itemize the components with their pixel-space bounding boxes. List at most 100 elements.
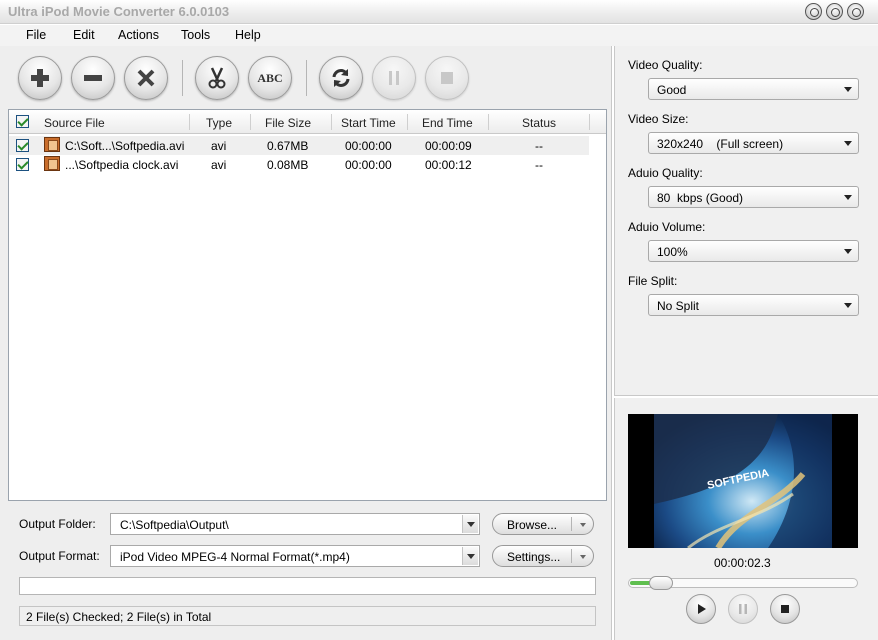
cell-file-size: 0.67MB (267, 139, 309, 153)
chevron-down-icon[interactable] (580, 555, 586, 559)
button-divider (571, 517, 572, 531)
cell-status: -- (535, 158, 543, 172)
audio-quality-value: 80 kbps (Good) (657, 191, 744, 205)
output-format-value: iPod Video MPEG-4 Normal Format(*.mp4) (120, 550, 350, 564)
output-folder-combo[interactable]: C:\Softpedia\Output\ (110, 513, 480, 535)
audio-quality-label: Aduio Quality: (628, 166, 703, 180)
file-split-select[interactable]: No Split (648, 294, 859, 316)
file-list[interactable]: Source File Type File Size Start Time En… (8, 109, 607, 501)
preview-play-button[interactable] (686, 594, 716, 624)
output-folder-label: Output Folder: (19, 517, 96, 531)
menu-bar: File Edit Actions Tools Help (0, 25, 878, 46)
table-row[interactable]: ...\Softpedia clock.avi avi 0.08MB 00:00… (9, 155, 589, 174)
title-bar: Ultra iPod Movie Converter 6.0.0103 (0, 0, 878, 24)
video-file-icon (44, 137, 60, 152)
button-divider (571, 549, 572, 563)
settings-button[interactable]: Settings... (492, 545, 594, 567)
column-divider (407, 114, 408, 130)
add-file-button[interactable] (18, 56, 62, 100)
rename-button[interactable]: ABC (248, 56, 292, 100)
column-divider (250, 114, 251, 130)
preview-time: 00:00:02.3 (714, 556, 771, 570)
cell-type: avi (211, 158, 227, 172)
chevron-down-icon (844, 141, 852, 146)
file-split-value: No Split (657, 299, 700, 313)
cell-end-time: 00:00:09 (425, 139, 472, 153)
select-all-checkbox[interactable] (16, 115, 29, 128)
stop-icon (781, 605, 789, 613)
play-icon (698, 604, 706, 614)
pause-button[interactable] (372, 56, 416, 100)
video-quality-label: Video Quality: (628, 58, 703, 72)
close-button[interactable] (847, 3, 864, 20)
stop-button[interactable] (425, 56, 469, 100)
menu-tools[interactable]: Tools (181, 28, 210, 42)
stop-icon (441, 72, 453, 84)
cut-button[interactable] (195, 56, 239, 100)
file-split-label: File Split: (628, 274, 678, 288)
row-checkbox[interactable] (16, 158, 29, 171)
column-divider (589, 114, 590, 130)
convert-button[interactable] (319, 56, 363, 100)
column-divider (488, 114, 489, 130)
browse-button-label: Browse... (507, 518, 558, 532)
chevron-down-icon (844, 303, 852, 308)
video-quality-value: Good (657, 83, 687, 97)
convert-icon (332, 69, 350, 87)
status-text: 2 File(s) Checked; 2 File(s) in Total (26, 610, 212, 624)
row-checkbox[interactable] (16, 139, 29, 152)
output-format-combo[interactable]: iPod Video MPEG-4 Normal Format(*.mp4) (110, 545, 480, 567)
pause-icon (389, 71, 399, 85)
chevron-down-icon[interactable] (462, 515, 478, 533)
cell-source-file: ...\Softpedia clock.avi (65, 158, 179, 172)
maximize-button[interactable] (826, 3, 843, 20)
preview-pause-button[interactable] (728, 594, 758, 624)
remove-icon (84, 75, 102, 81)
cell-status: -- (535, 139, 543, 153)
rename-icon: ABC (257, 70, 283, 85)
video-preview: SOFTPEDIA (628, 414, 858, 548)
column-status[interactable]: Status (522, 116, 556, 130)
chevron-down-icon (844, 195, 852, 200)
status-bar: 2 File(s) Checked; 2 File(s) in Total (19, 606, 596, 626)
browse-button[interactable]: Browse... (492, 513, 594, 535)
cell-start-time: 00:00:00 (345, 158, 392, 172)
table-row[interactable]: C:\Soft...\Softpedia.avi avi 0.67MB 00:0… (9, 136, 589, 155)
add-icon (31, 69, 49, 87)
menu-edit[interactable]: Edit (73, 28, 95, 42)
preview-seek-slider[interactable] (628, 576, 858, 590)
output-folder-value: C:\Softpedia\Output\ (120, 518, 229, 532)
cell-end-time: 00:00:12 (425, 158, 472, 172)
clear-list-button[interactable] (124, 56, 168, 100)
cell-file-size: 0.08MB (267, 158, 309, 172)
menu-actions[interactable]: Actions (118, 28, 159, 42)
menu-file[interactable]: File (26, 28, 46, 42)
video-frame-image: SOFTPEDIA (654, 414, 832, 548)
video-quality-select[interactable]: Good (648, 78, 859, 100)
clear-icon (137, 69, 155, 87)
video-size-value: 320x240 (Full screen) (657, 137, 784, 151)
conversion-progress-bar (19, 577, 596, 595)
audio-volume-select[interactable]: 100% (648, 240, 859, 262)
column-divider (331, 114, 332, 130)
minimize-button[interactable] (805, 3, 822, 20)
column-end-time[interactable]: End Time (422, 116, 473, 130)
chevron-down-icon (844, 249, 852, 254)
column-source-file[interactable]: Source File (44, 116, 105, 130)
column-start-time[interactable]: Start Time (341, 116, 396, 130)
chevron-down-icon (844, 87, 852, 92)
audio-quality-select[interactable]: 80 kbps (Good) (648, 186, 859, 208)
video-size-label: Video Size: (628, 112, 689, 126)
cell-type: avi (211, 139, 227, 153)
seek-slider-thumb[interactable] (649, 576, 673, 590)
preview-stop-button[interactable] (770, 594, 800, 624)
menu-help[interactable]: Help (235, 28, 261, 42)
window-title: Ultra iPod Movie Converter 6.0.0103 (8, 4, 230, 19)
chevron-down-icon[interactable] (580, 523, 586, 527)
chevron-down-icon[interactable] (462, 547, 478, 565)
remove-file-button[interactable] (71, 56, 115, 100)
column-type[interactable]: Type (206, 116, 232, 130)
column-file-size[interactable]: File Size (265, 116, 311, 130)
file-list-header: Source File Type File Size Start Time En… (9, 110, 606, 134)
video-size-select[interactable]: 320x240 (Full screen) (648, 132, 859, 154)
